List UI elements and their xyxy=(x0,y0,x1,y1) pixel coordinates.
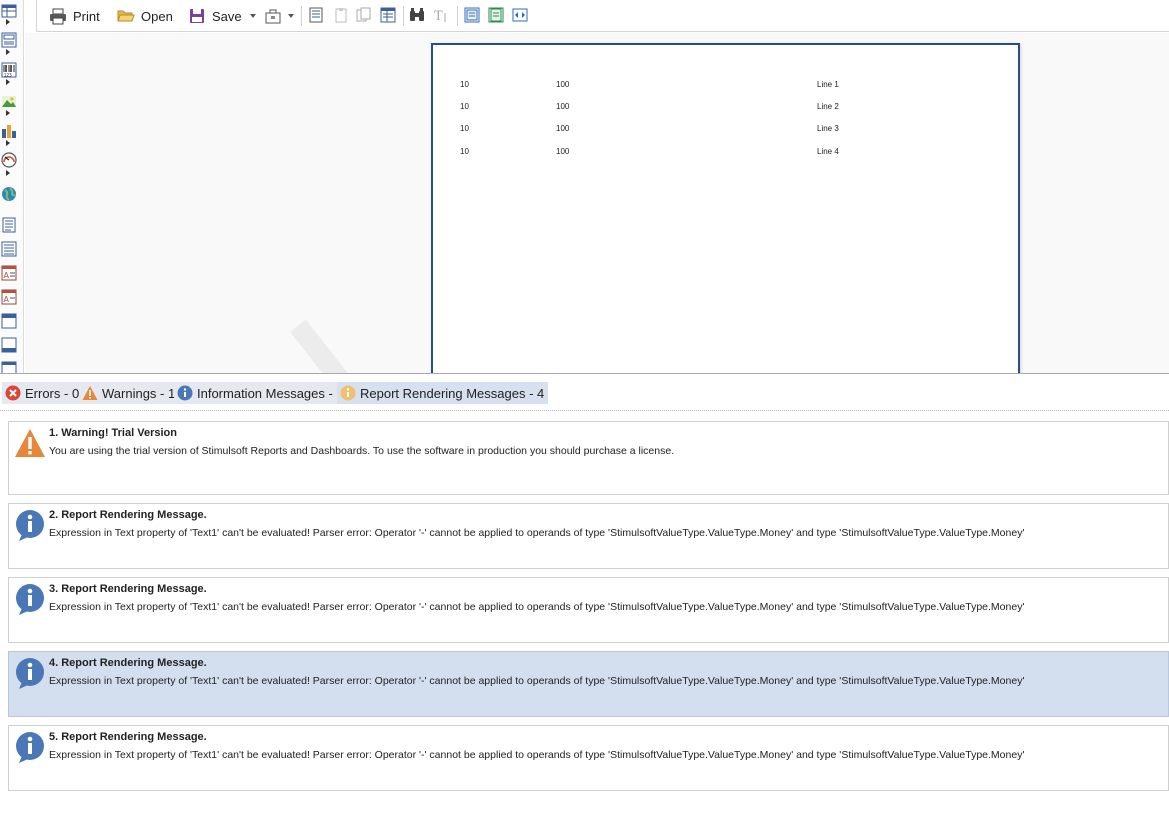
info-icon xyxy=(16,658,44,689)
report-cell: 10 xyxy=(460,102,469,111)
chart-tool-icon[interactable] xyxy=(1,123,19,139)
message-item[interactable]: 1. Warning! Trial Version You are using … xyxy=(8,421,1169,495)
svg-text:T: T xyxy=(434,9,443,23)
report-cell: 10 xyxy=(460,80,469,89)
print-label: Print xyxy=(73,8,100,24)
footer-band-tool-icon[interactable] xyxy=(1,337,19,353)
report-cell: Line 3 xyxy=(817,124,839,133)
message-text: Expression in Text property of 'Text1' c… xyxy=(49,749,1025,761)
viewer-toolbar: Print Open Save T xyxy=(36,0,1169,32)
find-binoculars-icon[interactable] xyxy=(409,7,425,23)
open-button[interactable]: Open xyxy=(117,6,173,26)
cross-tab-tool-expand-icon[interactable] xyxy=(6,49,10,55)
open-label: Open xyxy=(141,8,173,24)
message-title: 5. Report Rendering Message. xyxy=(49,731,207,743)
message-item-selected[interactable]: 4. Report Rendering Message. Expression … xyxy=(8,651,1169,717)
info-icon xyxy=(16,732,44,763)
message-text: You are using the trial version of Stimu… xyxy=(49,445,675,457)
printer-icon xyxy=(50,8,66,25)
report-cell: 10 xyxy=(460,147,469,156)
message-text: Expression in Text property of 'Text1' c… xyxy=(49,675,1025,687)
gauge-tool-icon[interactable] xyxy=(1,152,19,168)
message-text: Expression in Text property of 'Text1' c… xyxy=(49,527,1025,539)
data-band-tool-icon[interactable] xyxy=(1,241,19,257)
tab-errors-label: Errors - 0 xyxy=(25,385,80,401)
table-tool-expand-icon[interactable] xyxy=(6,19,10,25)
message-title: 3. Report Rendering Message. xyxy=(49,583,207,595)
send-email-button[interactable] xyxy=(264,6,294,26)
tab-warnings[interactable]: Warnings - 1 xyxy=(79,382,180,404)
info-icon xyxy=(16,510,44,541)
text-format-icon[interactable]: T xyxy=(433,7,449,23)
chart-tool-expand-icon[interactable] xyxy=(6,140,10,146)
thumbnails-icon[interactable] xyxy=(356,7,372,23)
save-dropdown-chevron-down-icon[interactable] xyxy=(249,14,256,18)
warning-icon xyxy=(15,429,45,457)
tab-information-messages[interactable]: Information Messages - 0 xyxy=(174,382,348,404)
rendering-info-icon xyxy=(340,385,356,401)
send-dropdown-chevron-down-icon[interactable] xyxy=(288,14,294,18)
tab-warnings-label: Warnings - 1 xyxy=(102,385,176,401)
message-item[interactable]: 5. Report Rendering Message. Expression … xyxy=(8,725,1169,791)
floppy-disk-icon xyxy=(190,9,204,23)
single-page-view-icon[interactable] xyxy=(464,7,480,23)
continuous-view-icon[interactable] xyxy=(488,7,504,23)
svg-text:A: A xyxy=(4,271,10,280)
bookmarks-icon[interactable] xyxy=(308,7,324,23)
message-item[interactable]: 3. Report Rendering Message. Expression … xyxy=(8,577,1169,643)
report-cell: 10 xyxy=(460,124,469,133)
error-icon xyxy=(5,385,21,401)
rich-text-tool-icon[interactable]: A xyxy=(1,289,19,305)
gauge-tool-expand-icon[interactable] xyxy=(6,170,10,176)
message-filter-tabs: Errors - 0 Warnings - 1 Information Mess… xyxy=(0,373,1169,411)
tab-errors[interactable]: Errors - 0 xyxy=(2,382,84,404)
tab-information-messages-label: Information Messages - 0 xyxy=(197,385,344,401)
barcode-tool-icon[interactable]: 123 xyxy=(1,62,19,78)
report-cell: 100 xyxy=(556,147,570,156)
tab-report-rendering-messages-label: Report Rendering Messages - 4 xyxy=(360,385,545,401)
print-button[interactable]: Print xyxy=(49,6,100,26)
header-band-tool-icon[interactable] xyxy=(1,313,19,329)
report-cell: 100 xyxy=(556,80,570,89)
text-tool-icon[interactable]: A xyxy=(1,265,19,281)
send-icon xyxy=(265,9,281,24)
info-icon xyxy=(177,385,193,401)
component-toolbox: 123 A A xyxy=(0,0,24,377)
report-cell: Line 2 xyxy=(817,102,839,111)
toolbar-separator xyxy=(403,6,404,26)
svg-text:A: A xyxy=(4,295,10,304)
warning-icon xyxy=(82,386,98,400)
save-button[interactable]: Save xyxy=(188,6,256,26)
page-tool-icon[interactable] xyxy=(1,217,19,233)
report-cell: 100 xyxy=(556,124,570,133)
report-cell: 100 xyxy=(556,102,570,111)
parameters-icon[interactable] xyxy=(333,7,349,23)
barcode-tool-expand-icon[interactable] xyxy=(6,79,10,85)
report-cell: Line 1 xyxy=(817,80,839,89)
image-tool-expand-icon[interactable] xyxy=(6,110,10,116)
folder-open-icon xyxy=(117,10,135,22)
toolbar-separator xyxy=(457,6,458,26)
table-tool-icon[interactable] xyxy=(1,3,19,19)
image-tool-icon[interactable] xyxy=(1,93,19,109)
message-title: 1. Warning! Trial Version xyxy=(49,427,177,439)
message-title: 2. Report Rendering Message. xyxy=(49,509,207,521)
report-cell: Line 4 xyxy=(817,147,839,156)
message-text: Expression in Text property of 'Text1' c… xyxy=(49,601,1025,613)
message-item[interactable]: 2. Report Rendering Message. Expression … xyxy=(8,503,1169,569)
toolbar-separator xyxy=(301,6,302,26)
svg-text:123: 123 xyxy=(4,73,12,78)
report-page: 10 100 Line 1 10 100 Line 2 10 100 Line … xyxy=(431,43,1020,374)
page-width-zoom-icon[interactable] xyxy=(512,7,528,23)
editor-icon[interactable] xyxy=(380,7,396,23)
map-tool-icon[interactable] xyxy=(1,186,19,202)
info-icon xyxy=(16,584,44,615)
message-title: 4. Report Rendering Message. xyxy=(49,657,207,669)
tab-report-rendering-messages[interactable]: Report Rendering Messages - 4 xyxy=(337,382,549,404)
save-label: Save xyxy=(212,8,242,24)
trial-watermark xyxy=(290,319,380,374)
report-preview-area[interactable]: 10 100 Line 1 10 100 Line 2 10 100 Line … xyxy=(25,33,1169,374)
cross-tab-tool-icon[interactable] xyxy=(1,32,19,48)
